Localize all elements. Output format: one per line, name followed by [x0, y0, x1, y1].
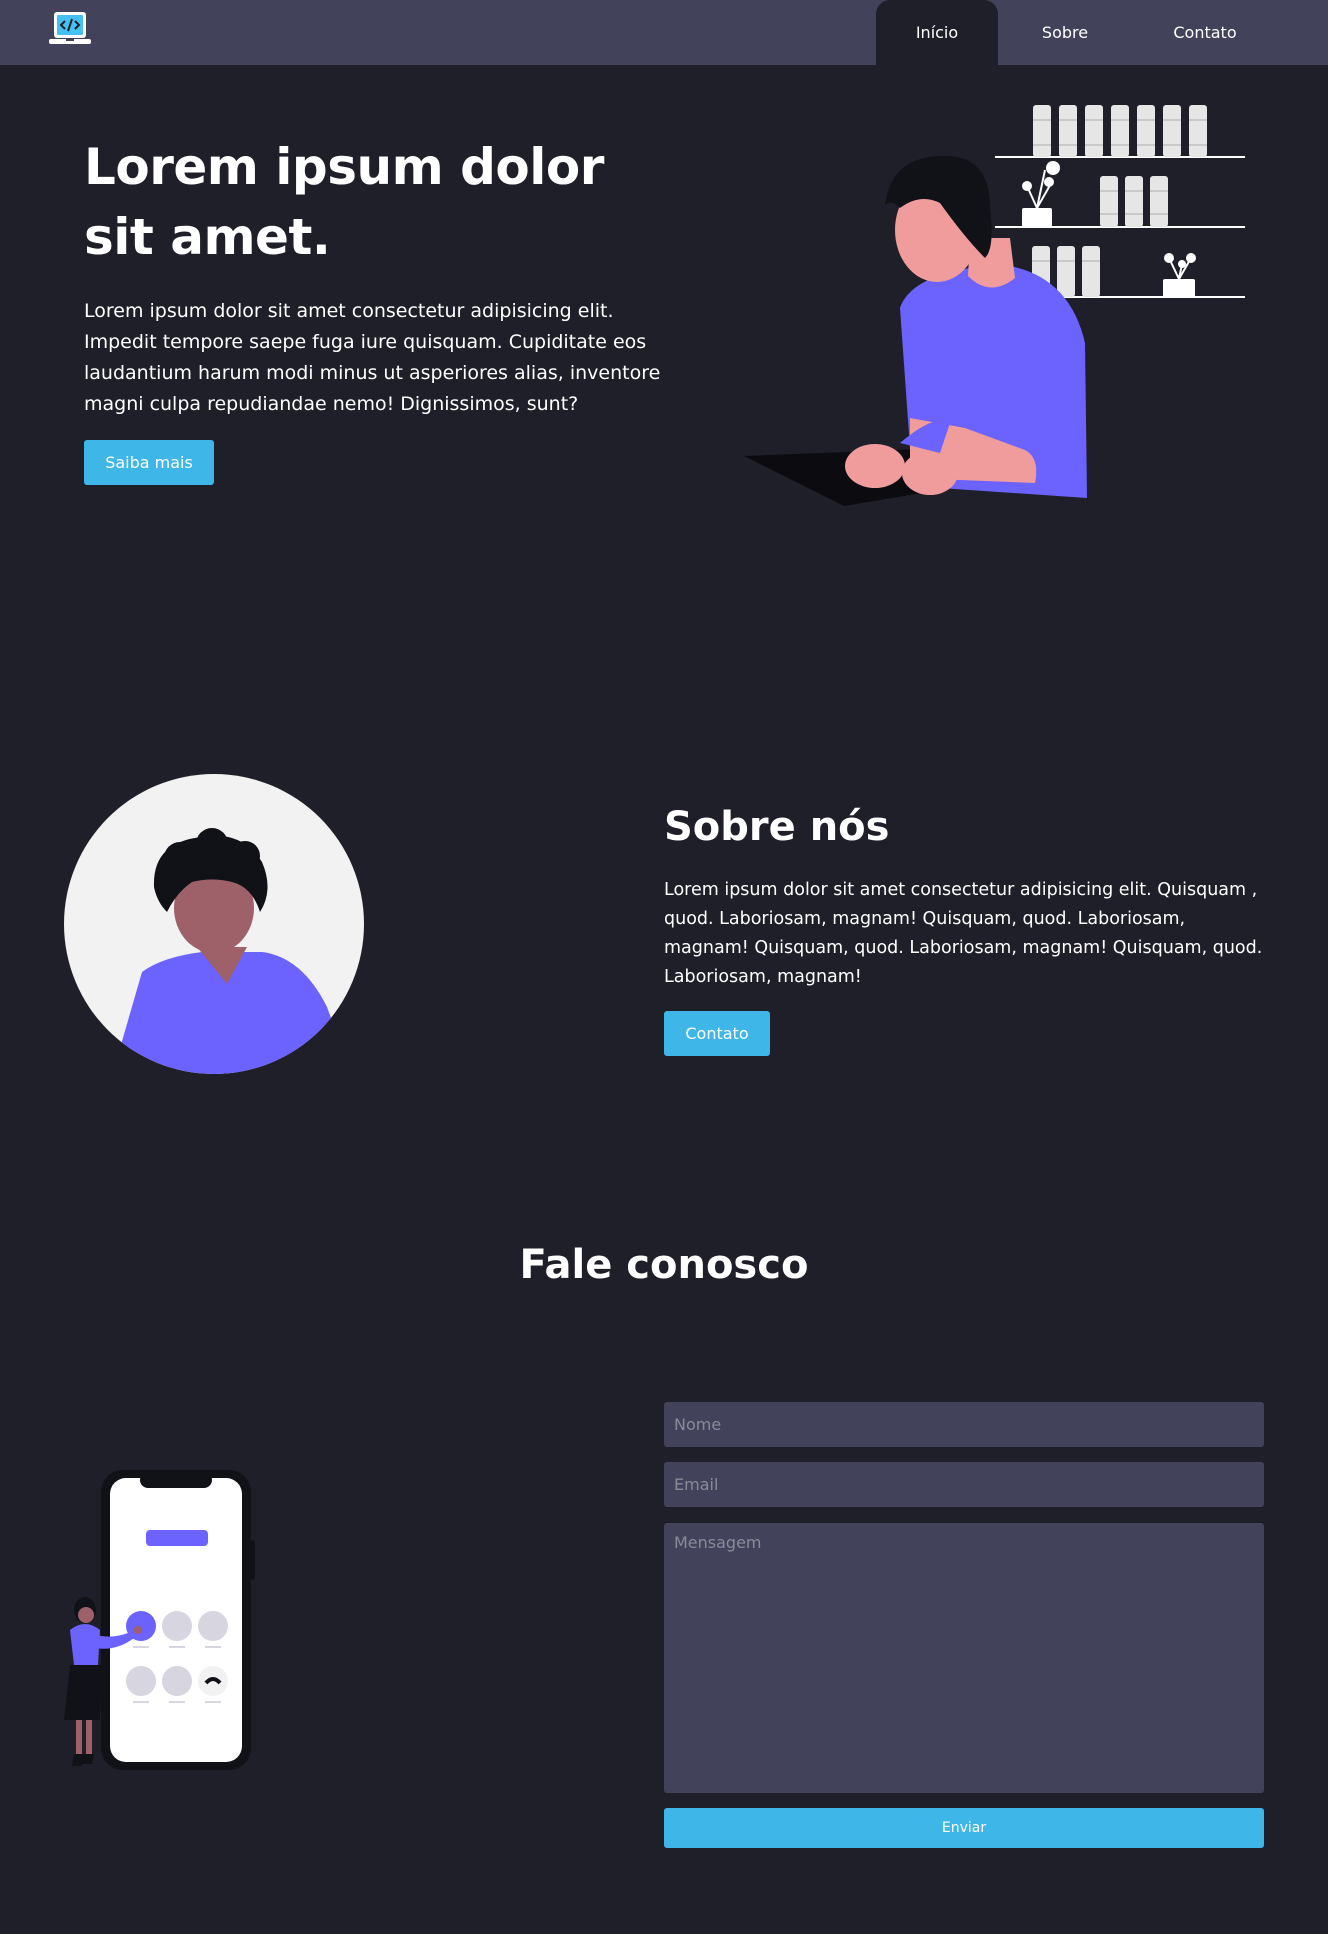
email-input[interactable]: [664, 1462, 1264, 1507]
hero-text: Lorem ipsum dolor sit amet consectetur a…: [84, 300, 661, 415]
nav-link-sobre[interactable]: Sobre: [1010, 0, 1120, 65]
name-input[interactable]: [664, 1402, 1264, 1447]
contact-button[interactable]: Contato: [664, 1011, 770, 1056]
contact-title: Fale conosco: [519, 1242, 809, 1288]
nav-link-inicio[interactable]: Início: [876, 0, 998, 65]
hero-title: Lorem ipsum dolor sit amet.: [84, 138, 604, 266]
about-text: Lorem ipsum dolor sit amet consectetur a…: [664, 880, 1263, 987]
hero-illustration: [740, 98, 1260, 508]
laptop-logo-icon[interactable]: [48, 10, 92, 50]
message-textarea[interactable]: [664, 1523, 1264, 1793]
nav-link-contato[interactable]: Contato: [1130, 0, 1280, 65]
phone-illustration: [60, 1470, 260, 1776]
learn-more-button[interactable]: Saiba mais: [84, 440, 214, 485]
about-avatar-illustration: [62, 772, 366, 1076]
navbar: Início Sobre Contato: [0, 0, 1328, 65]
about-title: Sobre nós: [664, 804, 890, 850]
submit-button[interactable]: Enviar: [664, 1808, 1264, 1848]
